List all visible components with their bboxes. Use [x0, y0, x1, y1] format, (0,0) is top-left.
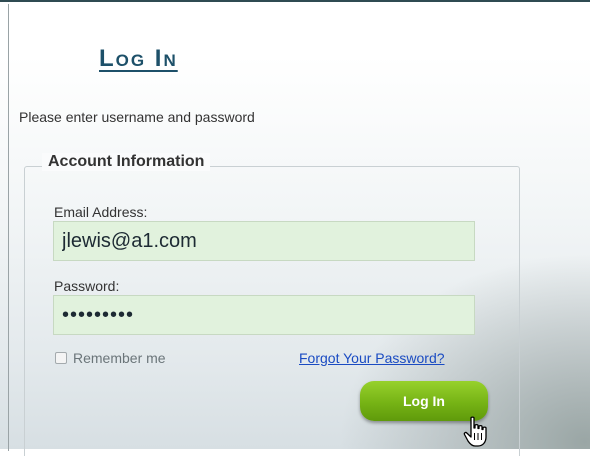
login-button[interactable]: Log In: [360, 381, 488, 421]
password-label: Password:: [54, 278, 120, 294]
instructions-text: Please enter username and password: [19, 109, 255, 125]
remember-me-checkbox[interactable]: [55, 352, 67, 364]
page-title: Log In: [99, 45, 178, 72]
forgot-password-link[interactable]: Forgot Your Password?: [299, 350, 445, 366]
fieldset-legend: Account Information: [42, 153, 211, 171]
login-page: Log In Please enter username and passwor…: [0, 0, 590, 456]
remember-me[interactable]: Remember me: [55, 350, 166, 366]
hand-pointer-icon: [463, 416, 487, 447]
email-field[interactable]: [53, 221, 475, 261]
email-label: Email Address:: [54, 204, 148, 220]
remember-me-label: Remember me: [73, 350, 166, 366]
password-field[interactable]: [53, 295, 475, 335]
content-border: [8, 4, 9, 451]
